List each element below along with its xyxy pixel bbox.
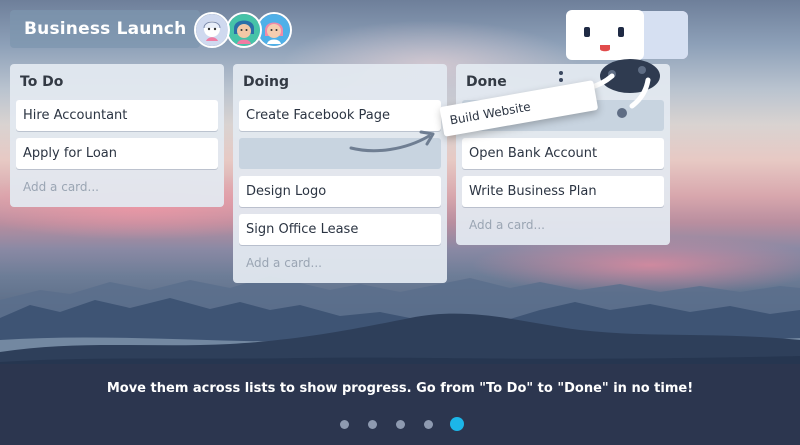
pagination-dot-1[interactable] [340,420,349,429]
pagination-dot-2[interactable] [368,420,377,429]
list-title[interactable]: To Do [16,70,218,96]
pagination-dot-4[interactable] [424,420,433,429]
caption-text: Move them across lists to show progress.… [106,381,694,396]
pagination-dots [340,417,470,431]
pagination-dot-3[interactable] [396,420,405,429]
board-title[interactable]: Business Launch [10,10,201,48]
list-doing: Doing Create Facebook Page Design Logo S… [233,64,447,283]
card-hire-accountant[interactable]: Hire Accountant [16,100,218,131]
list-title[interactable]: Doing [239,70,441,96]
member-avatar-2[interactable] [226,12,262,48]
member-avatar-1[interactable] [194,12,230,48]
caption-band [0,364,800,445]
add-card-button[interactable]: Add a card... [16,173,218,201]
card-write-business-plan[interactable]: Write Business Plan [462,176,664,207]
add-card-button[interactable]: Add a card... [239,249,441,277]
drag-arrow-icon [349,130,435,153]
card-open-bank-account[interactable]: Open Bank Account [462,138,664,169]
list-to-do: To Do Hire Accountant Apply for Loan Add… [10,64,224,207]
card-sign-office-lease[interactable]: Sign Office Lease [239,214,441,245]
add-card-button[interactable]: Add a card... [462,211,664,239]
card-design-logo[interactable]: Design Logo [239,176,441,207]
card-apply-for-loan[interactable]: Apply for Loan [16,138,218,169]
pagination-dot-5-active[interactable] [450,417,464,431]
